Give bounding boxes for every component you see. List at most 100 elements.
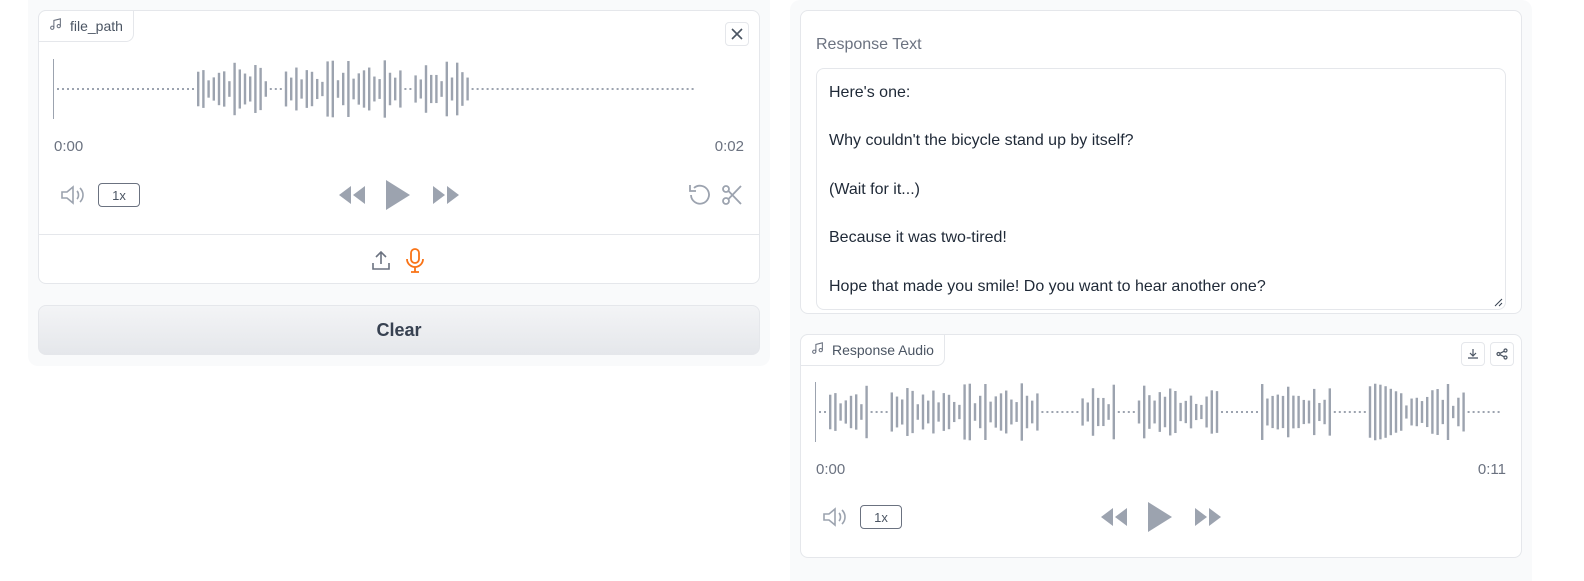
upload-button[interactable] [369,247,393,273]
waveform-bar [656,88,659,90]
waveform-bar [556,88,559,90]
rewind-button[interactable] [1098,503,1130,531]
fast-forward-button[interactable] [1192,503,1224,531]
waveform-bar [834,393,837,431]
response-textarea[interactable]: Here's one: Why couldn't the bicycle stan… [816,68,1506,310]
rewind-icon [339,186,365,204]
response-text-line: Because it was two-tired! [829,229,1007,247]
playback-rate-button[interactable]: 1x [860,505,902,529]
waveform-bar [202,70,205,108]
playback-rate-button[interactable]: 1x [98,183,140,207]
response-text-line: (Wait for it...) [829,180,920,198]
play-button[interactable] [382,176,414,214]
input-audio-label-text: file_path [70,18,123,34]
scissors-icon [722,185,742,205]
waveform-bar [172,88,174,90]
waveform-bar [77,88,79,90]
waveform-bar [1179,402,1182,422]
waveform-bar [243,73,247,105]
waveform-bar [1163,396,1167,428]
waveform-bar [942,393,945,431]
waveform-bar [1492,411,1495,413]
fast-forward-button[interactable] [430,181,462,209]
trim-button[interactable] [719,182,745,208]
waveform-bar [92,88,94,90]
waveform-bar [1221,411,1223,413]
rewind-button[interactable] [336,181,368,209]
volume-button[interactable] [821,504,851,530]
undo-button[interactable] [685,182,713,208]
waveform-bar [419,79,422,99]
waveform-bar [1353,411,1356,413]
waveform-bar [424,65,428,113]
response-text-line [829,250,1493,274]
waveform-bar [72,88,74,90]
waveform-bar [1374,383,1377,441]
waveform-bar [223,71,226,107]
waveform-bar [1226,411,1228,413]
close-button[interactable] [725,22,749,46]
music-note-icon [49,18,62,34]
waveform-bar [1292,395,1295,429]
waveform-bar [855,394,858,430]
waveform-bar [671,88,674,90]
waveform-bar [295,67,298,111]
waveform-bar [217,72,221,106]
waveform-bar [1363,411,1366,413]
waveform-bar [1036,393,1039,431]
input-audio-panel: file_path 0:00 0:02 1x [38,10,760,284]
waveform-bar [187,88,189,90]
waveform-bar [561,88,564,90]
waveform-bar [117,88,119,90]
waveform-bar [581,88,584,90]
waveform-bar [1302,399,1305,425]
waveform-bar [1477,411,1480,413]
waveform-bar [1389,388,1392,436]
clear-button[interactable]: Clear [38,305,760,355]
waveform-bar [1137,400,1141,424]
download-button[interactable] [1461,342,1485,366]
response-waveform[interactable] [815,379,1505,445]
waveform-bar [1158,392,1161,432]
waveform-bar [1297,395,1300,429]
waveform-bar [62,88,64,90]
waveform-bar [347,61,350,117]
waveform-bar [937,402,940,422]
microphone-button[interactable] [403,246,427,274]
waveform-bar [357,73,360,105]
waveform-bar [1405,405,1408,419]
waveform-bar [207,80,210,98]
upload-icon [372,250,390,270]
waveform-bar [1410,398,1413,426]
play-button[interactable] [1144,498,1176,536]
waveform-bar [430,74,433,104]
waveform-bar [1189,395,1193,429]
waveform-bar [1241,411,1243,413]
waveform-bar [661,88,664,90]
close-icon [731,28,743,40]
waveform-bar [681,88,684,90]
waveform-bar [551,88,554,90]
waveform-bar [566,88,569,90]
waveform-bar [1231,411,1233,413]
response-current-time: 0:00 [816,461,846,478]
waveform-bar [53,59,54,119]
waveform-bar [676,88,679,90]
resize-handle-icon[interactable] [1493,297,1503,307]
waveform-bar [486,88,489,90]
waveform-bar [1313,388,1316,436]
share-button[interactable] [1490,342,1514,366]
input-waveform[interactable] [53,56,743,122]
waveform-bar [82,88,84,90]
waveform-bar [526,88,529,90]
waveform-bar [383,60,386,118]
waveform-bar [238,69,241,109]
waveform-bar [440,81,443,97]
waveform-bar [895,396,899,428]
waveform-bar [890,392,893,432]
waveform-bar [466,77,469,101]
waveform-bar [691,88,694,90]
waveform-bar [461,72,464,106]
waveform-bar [1076,411,1079,413]
volume-button[interactable] [59,182,89,208]
